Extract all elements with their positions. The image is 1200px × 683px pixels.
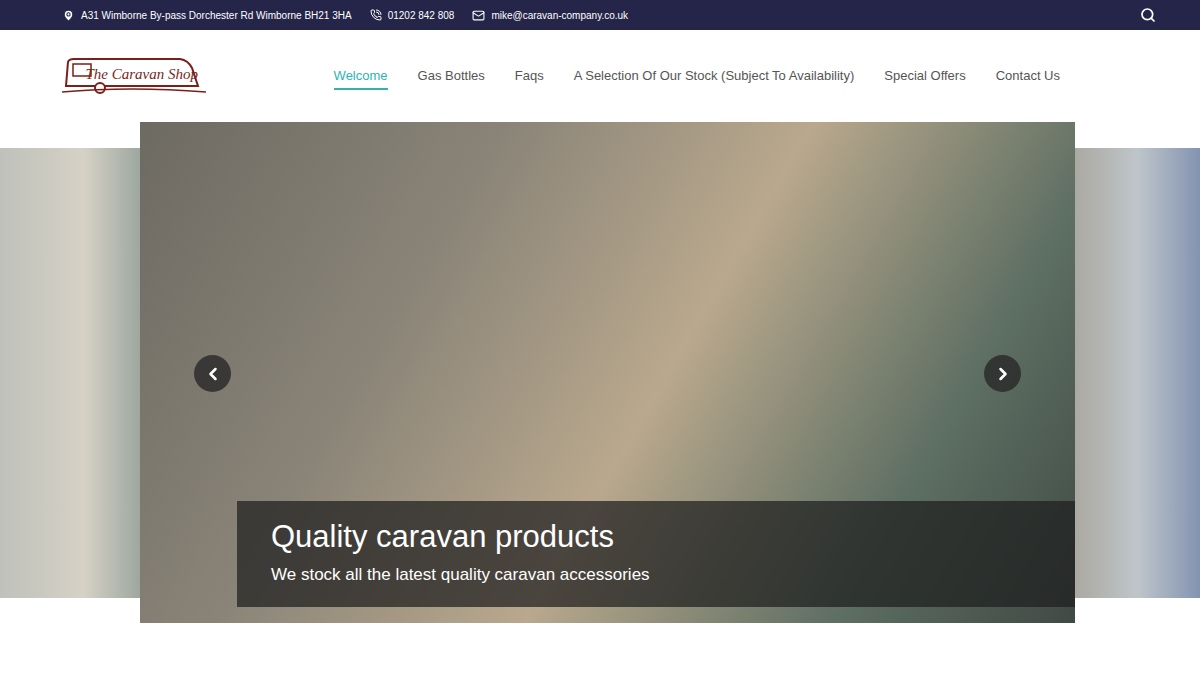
- next-slide: [1075, 148, 1200, 598]
- slide-caption: Quality caravan products We stock all the…: [237, 501, 1075, 607]
- search-icon: [1140, 7, 1156, 23]
- top-bar: A31 Wimborne By-pass Dorchester Rd Wimbo…: [0, 0, 1200, 30]
- chevron-right-icon: [993, 364, 1013, 384]
- address: A31 Wimborne By-pass Dorchester Rd Wimbo…: [62, 9, 352, 22]
- next-button[interactable]: [984, 355, 1021, 392]
- location-icon: [62, 9, 75, 22]
- phone[interactable]: 01202 842 808: [370, 9, 455, 21]
- nav-item[interactable]: Contact Us: [996, 62, 1060, 90]
- header: The Caravan Shop Welcome Gas Bottles Faqs A …: [0, 30, 1200, 122]
- current-slide: Quality caravan products We stock all the…: [140, 122, 1075, 623]
- phone-icon: [370, 9, 382, 21]
- chevron-left-icon: [203, 364, 223, 384]
- logo[interactable]: The Caravan Shop: [60, 56, 206, 96]
- search-button[interactable]: [1140, 7, 1156, 23]
- caption-title: Quality caravan products: [271, 519, 1041, 555]
- mail-icon: [472, 9, 485, 22]
- slider: Quality caravan products We stock all the…: [0, 122, 1200, 623]
- caption-subtitle: We stock all the latest quality caravan …: [271, 565, 1041, 585]
- logo-text: The Caravan Shop: [86, 66, 207, 86]
- nav-item[interactable]: Special Offers: [884, 62, 965, 90]
- nav-item[interactable]: Gas Bottles: [418, 62, 485, 90]
- email[interactable]: mike@caravan-company.co.uk: [472, 9, 628, 22]
- previous-button[interactable]: [194, 355, 231, 392]
- previous-slide: [0, 148, 140, 598]
- nav-item[interactable]: Faqs: [515, 62, 544, 90]
- nav-item[interactable]: A Selection Of Our Stock (Subject To Ava…: [574, 62, 855, 90]
- page: A31 Wimborne By-pass Dorchester Rd Wimbo…: [0, 0, 1200, 683]
- main-nav: Welcome Gas Bottles Faqs A Selection Of Our…: [334, 62, 1060, 90]
- nav-item[interactable]: Welcome: [334, 62, 388, 90]
